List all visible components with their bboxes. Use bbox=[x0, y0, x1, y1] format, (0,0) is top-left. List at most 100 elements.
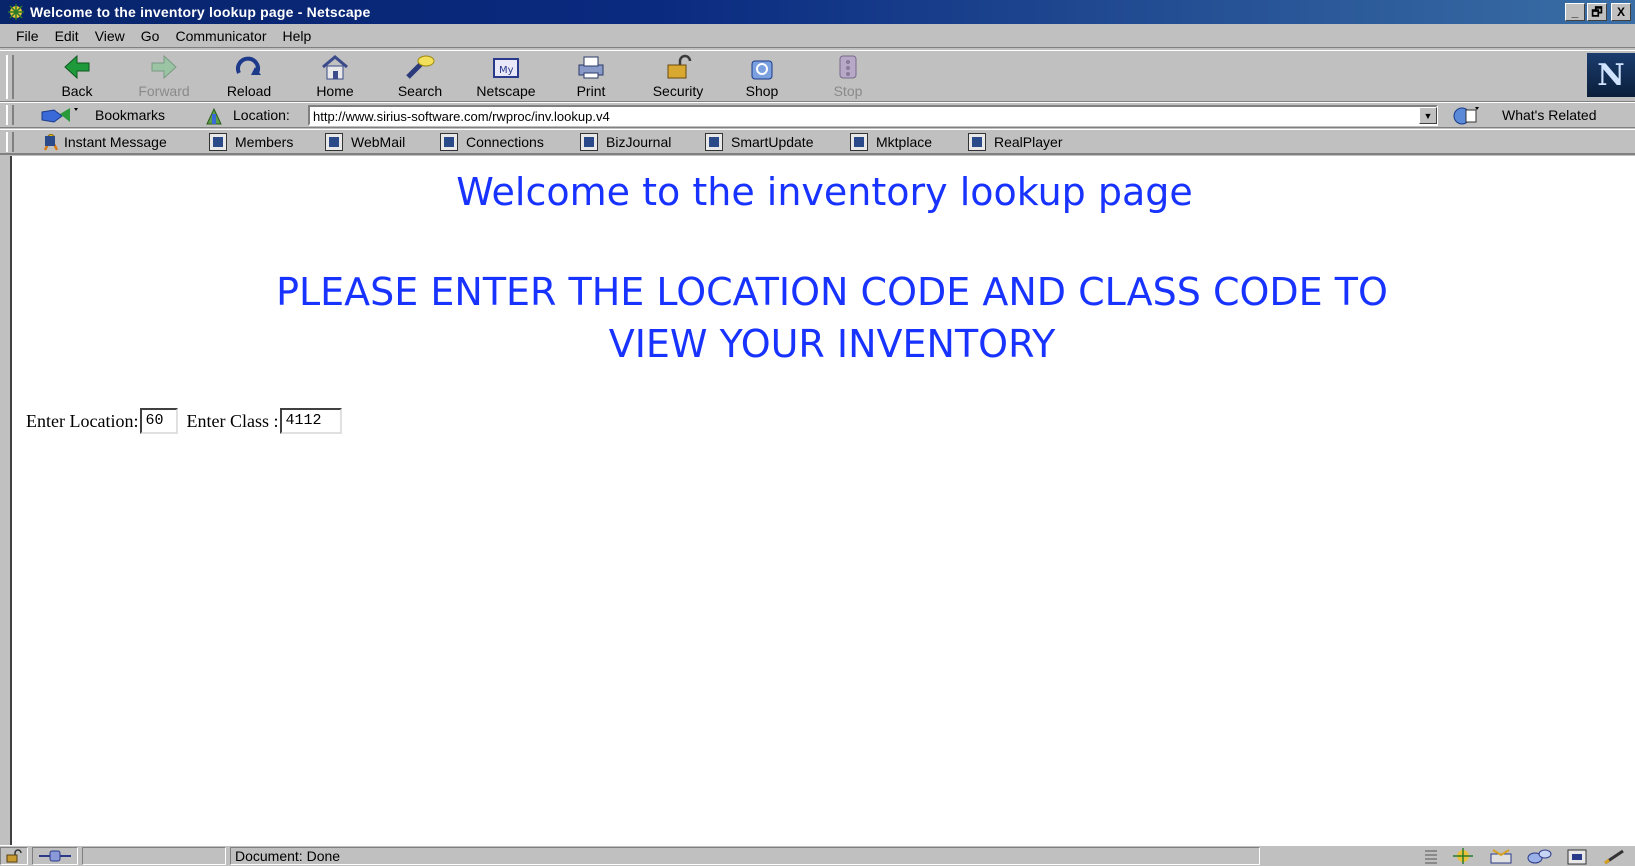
minimize-button[interactable]: _ bbox=[1565, 3, 1585, 21]
status-bar: Document: Done bbox=[0, 845, 1635, 866]
location-label: Location: bbox=[233, 107, 290, 123]
realplayer-link[interactable]: RealPlayer bbox=[968, 133, 1062, 151]
instant-message-icon bbox=[42, 133, 60, 151]
security-label: Security bbox=[652, 83, 704, 99]
component-bar bbox=[1423, 848, 1629, 865]
bookmark-page-icon bbox=[850, 133, 868, 151]
instant-message-label: Instant Message bbox=[64, 134, 167, 150]
print-button[interactable]: Print bbox=[551, 53, 631, 101]
navigation-toolbar: Back Forward Reload Home Search My Netsc… bbox=[0, 50, 1635, 102]
svg-text:My: My bbox=[499, 65, 514, 76]
mail-icon[interactable] bbox=[1487, 848, 1515, 865]
smartupdate-link[interactable]: SmartUpdate bbox=[705, 133, 813, 151]
bookmark-page-icon bbox=[580, 133, 598, 151]
instant-message-link[interactable]: Instant Message bbox=[42, 133, 167, 151]
menu-view[interactable]: View bbox=[95, 28, 125, 44]
page-content[interactable]: Welcome to the inventory lookup page PLE… bbox=[10, 156, 1635, 845]
menu-bar: File Edit View Go Communicator Help bbox=[0, 24, 1635, 48]
composer-icon[interactable] bbox=[1601, 848, 1629, 865]
whats-related-icon[interactable] bbox=[1452, 106, 1480, 126]
instruction-line-2: VIEW YOUR INVENTORY bbox=[608, 322, 1056, 366]
status-text: Document: Done bbox=[230, 847, 1260, 865]
back-arrow-icon bbox=[64, 54, 90, 80]
progress-bar bbox=[82, 847, 226, 865]
menu-help[interactable]: Help bbox=[283, 28, 312, 44]
chevron-down-icon[interactable]: ▼ bbox=[1419, 107, 1437, 124]
class-code-input[interactable]: 4112 bbox=[280, 408, 343, 434]
realplayer-label: RealPlayer bbox=[994, 134, 1063, 150]
connections-label: Connections bbox=[466, 134, 544, 150]
members-link[interactable]: Members bbox=[209, 133, 293, 151]
members-label: Members bbox=[235, 134, 294, 150]
smartupdate-label: SmartUpdate bbox=[731, 134, 814, 150]
webmail-link[interactable]: WebMail bbox=[325, 133, 405, 151]
url-input[interactable]: http://www.sirius-software.com/rwproc/in… bbox=[308, 105, 1438, 126]
bookmark-page-icon bbox=[209, 133, 227, 151]
reload-icon bbox=[236, 56, 261, 75]
search-button[interactable]: Search bbox=[380, 53, 460, 101]
print-label: Print bbox=[576, 83, 606, 99]
home-button[interactable]: Home bbox=[295, 53, 375, 101]
stop-button[interactable]: Stop bbox=[808, 53, 888, 101]
bookmark-page-icon bbox=[325, 133, 343, 151]
search-label: Search bbox=[397, 83, 443, 99]
shop-label: Shop bbox=[745, 83, 779, 99]
personal-toolbar: Instant Message Members WebMail Connecti… bbox=[0, 129, 1635, 155]
class-field-label: Enter Class : bbox=[186, 410, 279, 431]
window-title-bar[interactable]: Welcome to the inventory lookup page - N… bbox=[0, 0, 1635, 24]
security-lock-icon[interactable] bbox=[0, 847, 28, 865]
netscape-button[interactable]: My Netscape bbox=[466, 53, 546, 101]
newsgroups-icon[interactable] bbox=[1525, 848, 1553, 865]
component-bar-grip-icon[interactable] bbox=[1423, 848, 1439, 865]
printer-icon bbox=[578, 56, 604, 79]
bookmark-page-icon bbox=[705, 133, 723, 151]
whats-related-label[interactable]: What's Related bbox=[1502, 107, 1597, 123]
personal-toolbar-grip[interactable] bbox=[6, 132, 14, 152]
stop-icon bbox=[839, 55, 857, 79]
padlock-icon bbox=[667, 54, 692, 79]
bookmarks-icon[interactable] bbox=[40, 106, 80, 126]
netscape-app-icon bbox=[6, 3, 26, 21]
forward-label: Forward bbox=[138, 83, 190, 99]
online-status-icon[interactable] bbox=[32, 847, 78, 865]
instruction-line-1: PLEASE ENTER THE LOCATION CODE AND CLASS… bbox=[276, 270, 1388, 314]
close-button[interactable]: X bbox=[1611, 3, 1631, 21]
shop-button[interactable]: Shop bbox=[722, 53, 802, 101]
toolbar-grip[interactable] bbox=[6, 55, 14, 99]
bookmark-page-icon bbox=[440, 133, 458, 151]
netscape-throbber-logo[interactable]: N bbox=[1587, 53, 1635, 97]
forward-button[interactable]: Forward bbox=[124, 53, 204, 101]
lookup-form: Enter Location: 60 Enter Class : 4112 bbox=[26, 408, 343, 434]
webmail-label: WebMail bbox=[351, 134, 406, 150]
forward-arrow-icon bbox=[151, 54, 177, 80]
reload-button[interactable]: Reload bbox=[209, 53, 289, 101]
location-page-icon[interactable] bbox=[204, 106, 224, 126]
menu-edit[interactable]: Edit bbox=[55, 28, 79, 44]
connections-link[interactable]: Connections bbox=[440, 133, 544, 151]
home-label: Home bbox=[316, 83, 354, 99]
location-code-input[interactable]: 60 bbox=[140, 408, 179, 434]
restore-button[interactable]: 🗗 bbox=[1587, 3, 1607, 21]
bizjournal-link[interactable]: BizJournal bbox=[580, 133, 671, 151]
netscape-label: Netscape bbox=[476, 83, 536, 99]
menu-file[interactable]: File bbox=[16, 28, 39, 44]
location-toolbar: Bookmarks Location: http://www.sirius-so… bbox=[0, 102, 1635, 128]
location-field-label: Enter Location: bbox=[26, 410, 139, 431]
back-button[interactable]: Back bbox=[37, 53, 117, 101]
address-book-icon[interactable] bbox=[1563, 848, 1591, 865]
search-flashlight-icon bbox=[406, 55, 435, 79]
home-icon bbox=[322, 55, 348, 80]
my-netscape-icon: My bbox=[493, 58, 519, 78]
mktplace-label: Mktplace bbox=[876, 134, 933, 150]
navigator-icon[interactable] bbox=[1449, 848, 1477, 865]
mktplace-link[interactable]: Mktplace bbox=[850, 133, 932, 151]
bookmarks-label[interactable]: Bookmarks bbox=[95, 107, 165, 123]
reload-label: Reload bbox=[226, 83, 272, 99]
location-toolbar-grip[interactable] bbox=[6, 105, 14, 125]
security-button[interactable]: Security bbox=[638, 53, 718, 101]
menu-communicator[interactable]: Communicator bbox=[175, 28, 266, 44]
stop-label: Stop bbox=[833, 83, 863, 99]
bookmark-page-icon bbox=[968, 133, 986, 151]
bizjournal-label: BizJournal bbox=[606, 134, 672, 150]
menu-go[interactable]: Go bbox=[141, 28, 160, 44]
